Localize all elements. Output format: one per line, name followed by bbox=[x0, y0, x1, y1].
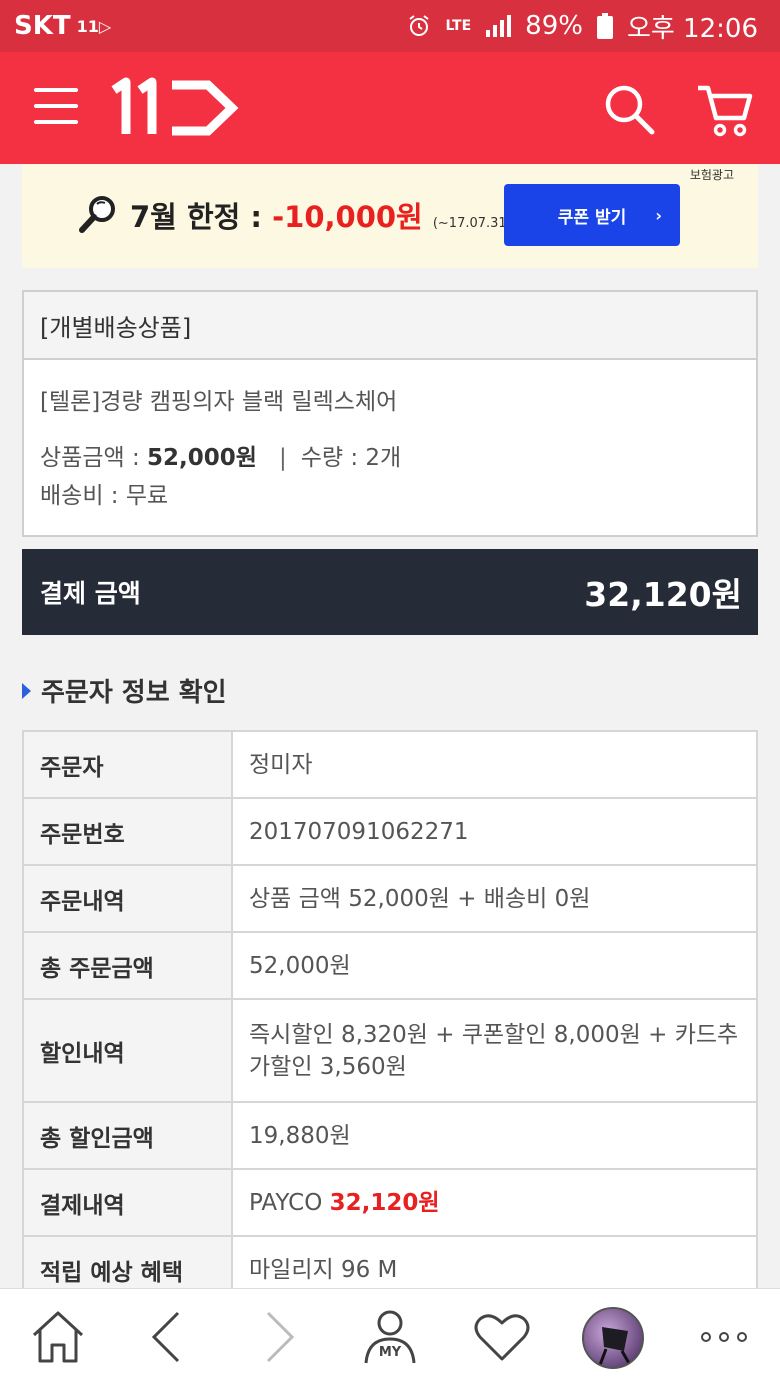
network-type: LTE bbox=[445, 18, 472, 34]
chevron-right-icon: › bbox=[655, 205, 662, 225]
home-icon[interactable] bbox=[26, 1305, 90, 1369]
row-value: PAYCO 32,120원 bbox=[231, 1168, 758, 1237]
row-value: 19,880원 bbox=[231, 1101, 758, 1170]
quantity: 수량 : 2개 bbox=[300, 445, 402, 471]
row-value: 52,000원 bbox=[231, 931, 758, 1000]
bottom-nav: MY bbox=[0, 1288, 780, 1386]
row-key: 할인내역 bbox=[22, 998, 233, 1103]
product-summary: [개별배송상품] [텔론]경량 캠핑의자 블랙 릴렉스체어 상품금액 : 52,… bbox=[22, 290, 758, 537]
status-icons: LTE 89% 오후 12:06 bbox=[407, 8, 758, 45]
clock: 오후 12:06 bbox=[626, 13, 758, 44]
orderer-info-table: 주문자 정미자 주문번호 201707091062271 주문내역 상품 금액 … bbox=[22, 730, 758, 1304]
row-value: 상품 금액 52,000원 + 배송비 0원 bbox=[231, 864, 758, 933]
forward-icon[interactable] bbox=[246, 1305, 310, 1369]
promo-text: 7월 한정 : -10,000원 (~17.07.31) bbox=[130, 194, 512, 236]
search-icon[interactable] bbox=[602, 82, 656, 136]
promo-banner[interactable]: 보험광고 7월 한정 : -10,000원 (~17.07.31) 쿠폰 받기 … bbox=[22, 164, 758, 268]
table-row: 주문자 정미자 bbox=[22, 730, 758, 799]
row-key: 결제내역 bbox=[22, 1168, 233, 1237]
separator: | bbox=[278, 445, 287, 471]
table-row: 총 주문금액 52,000원 bbox=[22, 931, 758, 1000]
app-header bbox=[0, 52, 780, 164]
signal-icon bbox=[486, 15, 512, 37]
carrier-name: SKT bbox=[14, 11, 71, 41]
row-key: 주문내역 bbox=[22, 864, 233, 933]
cart-icon[interactable] bbox=[694, 80, 754, 140]
row-key: 주문번호 bbox=[22, 797, 233, 866]
magnifier-icon bbox=[79, 196, 115, 233]
battery-level: 89% bbox=[525, 11, 583, 41]
heart-icon[interactable] bbox=[470, 1305, 534, 1369]
my-label: MY bbox=[378, 1345, 402, 1360]
menu-icon[interactable] bbox=[34, 88, 78, 128]
chair-image bbox=[598, 1327, 632, 1366]
my-button[interactable]: MY bbox=[358, 1305, 422, 1369]
battery-icon bbox=[596, 13, 613, 39]
shipping-fee: 배송비 : 무료 bbox=[40, 483, 169, 509]
ad-tag: 보험광고 bbox=[689, 168, 734, 182]
price-value: 52,000원 bbox=[147, 445, 257, 471]
shipping-type: [개별배송상품] bbox=[24, 292, 756, 360]
row-key: 주문자 bbox=[22, 730, 233, 799]
row-key: 총 주문금액 bbox=[22, 931, 233, 1000]
alarm-icon bbox=[409, 15, 430, 36]
more-icon[interactable] bbox=[692, 1305, 756, 1369]
back-icon[interactable] bbox=[136, 1305, 200, 1369]
payment-amount: 32,120원 bbox=[584, 575, 742, 614]
payment-total-bar: 결제 금액 32,120원 bbox=[22, 549, 758, 635]
row-value: 즉시할인 8,320원 + 쿠폰할인 8,000원 + 카드추가할인 3,560… bbox=[231, 998, 758, 1103]
table-row: 할인내역 즉시할인 8,320원 + 쿠폰할인 8,000원 + 카드추가할인 … bbox=[22, 998, 758, 1103]
triangle-bullet-icon bbox=[22, 682, 31, 699]
paid-amount: 32,120원 bbox=[329, 1189, 440, 1216]
price-line: 상품금액 : 52,000원 | 수량 : 2개 bbox=[40, 438, 401, 472]
row-value: 정미자 bbox=[231, 730, 758, 799]
recent-item-thumbnail[interactable] bbox=[582, 1307, 644, 1369]
promo-prefix: 7월 한정 : bbox=[130, 200, 273, 234]
row-key: 총 할인금액 bbox=[22, 1101, 233, 1170]
section-title-text: 주문자 정보 확인 bbox=[41, 678, 227, 708]
coupon-button[interactable]: 쿠폰 받기 › bbox=[504, 184, 680, 246]
table-row: 결제내역 PAYCO 32,120원 bbox=[22, 1168, 758, 1237]
coupon-button-label: 쿠폰 받기 bbox=[557, 207, 627, 228]
table-row: 주문번호 201707091062271 bbox=[22, 797, 758, 866]
table-row: 주문내역 상품 금액 52,000원 + 배송비 0원 bbox=[22, 864, 758, 933]
table-row: 총 할인금액 19,880원 bbox=[22, 1101, 758, 1170]
carrier-badge: 11▷ bbox=[76, 16, 112, 36]
product-name[interactable]: [텔론]경량 캠핑의자 블랙 릴렉스체어 bbox=[40, 382, 397, 416]
section-title: 주문자 정보 확인 bbox=[22, 672, 227, 709]
promo-amount: -10,000원 bbox=[272, 200, 423, 234]
status-bar: SKT 11▷ LTE 89% 오후 12:06 bbox=[0, 0, 780, 52]
logo-11st[interactable] bbox=[110, 76, 240, 140]
price-label: 상품금액 : bbox=[40, 445, 148, 471]
row-value: 201707091062271 bbox=[231, 797, 758, 866]
carrier: SKT 11▷ bbox=[14, 11, 111, 41]
promo-period: (~17.07.31) bbox=[432, 216, 512, 231]
payment-label: 결제 금액 bbox=[40, 579, 141, 608]
payment-method: PAYCO bbox=[249, 1189, 330, 1216]
